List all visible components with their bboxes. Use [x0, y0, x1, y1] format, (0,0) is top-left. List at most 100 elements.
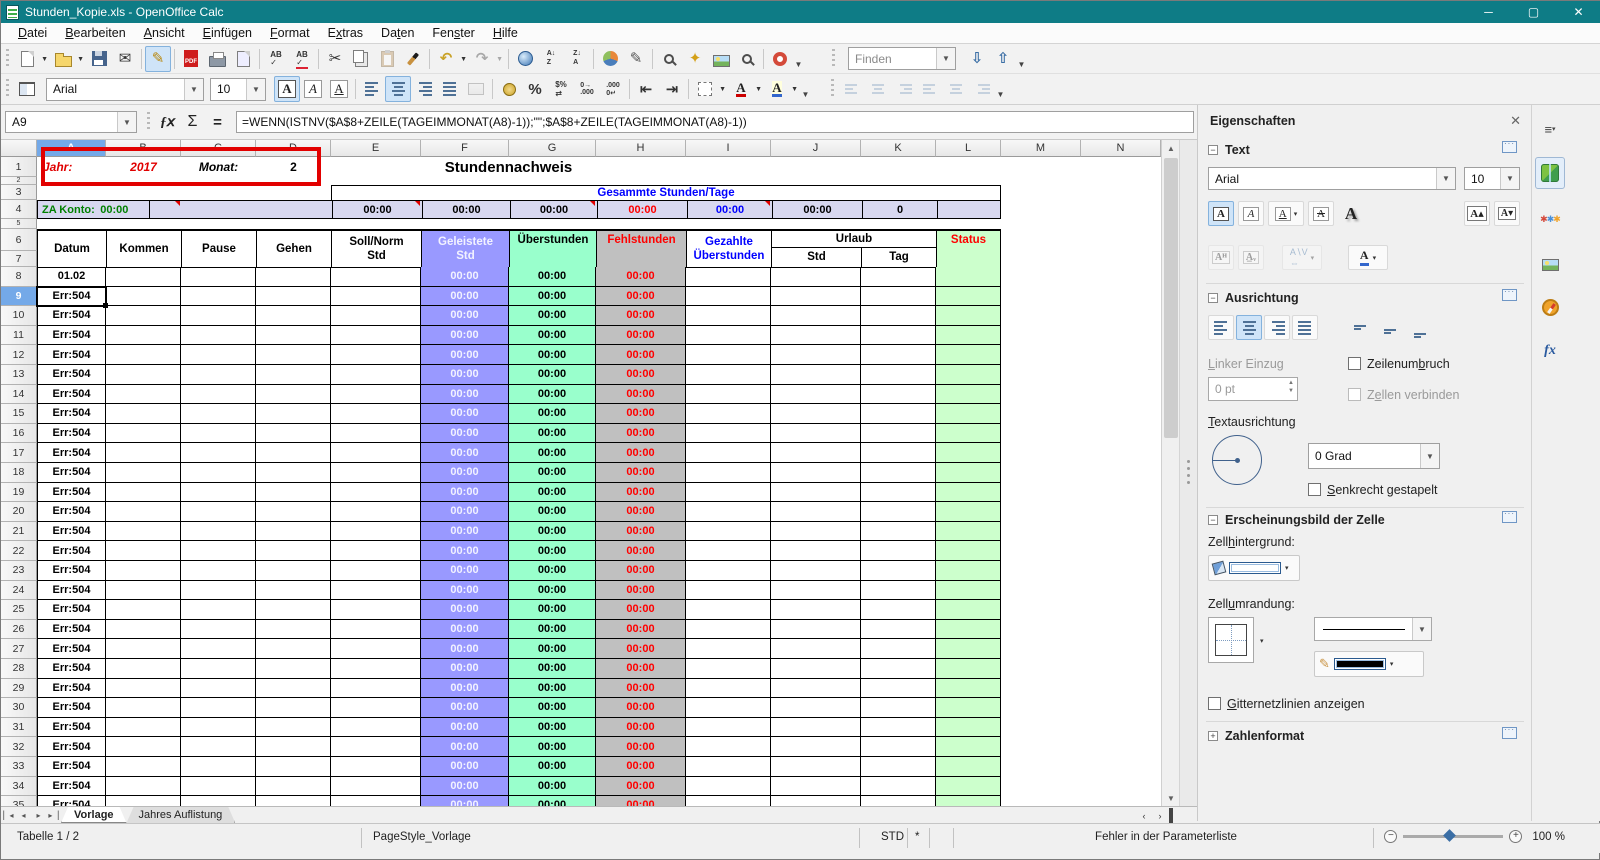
increase-indent-button[interactable]: ⇥: [659, 76, 685, 102]
cell[interactable]: [771, 796, 861, 806]
cell[interactable]: [106, 463, 181, 483]
row-header-4[interactable]: 4: [1, 200, 37, 219]
cell[interactable]: [771, 639, 861, 659]
delete-decimal-button[interactable]: .000 0↵: [600, 76, 626, 102]
font-color-button[interactable]: A ▼: [728, 76, 762, 102]
column-header-K[interactable]: K: [861, 140, 936, 157]
cell[interactable]: 00:00: [596, 345, 686, 365]
formula-button[interactable]: =: [205, 111, 230, 133]
zoom-out-icon[interactable]: −: [1384, 830, 1398, 843]
cell[interactable]: Err:504: [37, 443, 106, 463]
border-color-button[interactable]: ✎ ▾: [1314, 651, 1424, 677]
sheet-content[interactable]: Jahr: 2017 Monat: 2 Stundennachweis Gesammte …: [37, 157, 1161, 806]
cell[interactable]: [181, 737, 256, 757]
row-header-6[interactable]: 6: [1, 229, 37, 251]
cell[interactable]: [256, 443, 331, 463]
sidebar-align-middle-button[interactable]: [1378, 319, 1404, 344]
spelling-button[interactable]: AB ✓: [263, 46, 289, 72]
hscroll-right-icon[interactable]: ›: [1153, 809, 1167, 822]
cell[interactable]: [106, 502, 181, 522]
cell[interactable]: 00:00: [596, 502, 686, 522]
row-header-5[interactable]: 5: [1, 219, 37, 229]
sidebar-increase-font-button[interactable]: A▴: [1464, 201, 1490, 226]
cell[interactable]: 00:00: [421, 619, 509, 640]
copy-button[interactable]: [348, 46, 374, 72]
cell[interactable]: [181, 365, 256, 385]
cell[interactable]: [256, 698, 331, 718]
total-soll[interactable]: 00:00: [332, 201, 422, 218]
cell[interactable]: [771, 600, 861, 620]
cell[interactable]: 00:00: [421, 796, 509, 806]
total-ueberstunden[interactable]: 00:00: [510, 201, 597, 218]
cell-background-button[interactable]: ▾: [1208, 555, 1300, 581]
cell[interactable]: [771, 580, 861, 601]
cell[interactable]: [106, 639, 181, 659]
cell[interactable]: [181, 717, 256, 738]
cell[interactable]: [331, 443, 421, 463]
zoom-slider[interactable]: [1403, 829, 1504, 842]
cell[interactable]: 00:00: [509, 404, 596, 424]
decrease-indent-button[interactable]: ⇤: [633, 76, 659, 102]
alignment-dialog-launcher-icon[interactable]: [1502, 287, 1517, 301]
object-align-top-button[interactable]: [917, 76, 943, 102]
cell[interactable]: 00:00: [421, 443, 509, 463]
sidebar-subscript-button[interactable]: A̲ᵥ: [1238, 245, 1264, 270]
cell[interactable]: [936, 286, 1001, 307]
sidebar-navigator-icon[interactable]: [1535, 291, 1565, 323]
cell[interactable]: 00:00: [509, 521, 596, 542]
cell[interactable]: [686, 600, 771, 620]
cell[interactable]: [181, 384, 256, 405]
cell[interactable]: [331, 521, 421, 542]
cell[interactable]: 00:00: [596, 580, 686, 601]
sidebar-shadow-button[interactable]: A: [1338, 201, 1364, 226]
sidebar-align-left-button[interactable]: [1208, 315, 1234, 340]
cell[interactable]: 00:00: [421, 423, 509, 444]
cell[interactable]: [936, 659, 1001, 679]
cell[interactable]: 00:00: [421, 639, 509, 659]
cell[interactable]: [331, 796, 421, 806]
cell[interactable]: 00:00: [596, 384, 686, 405]
cell[interactable]: [861, 463, 936, 483]
row-header-15[interactable]: 15: [1, 404, 37, 424]
font-size-combo[interactable]: 10 ▼: [210, 77, 266, 101]
cell[interactable]: [106, 737, 181, 757]
cell[interactable]: 00:00: [509, 423, 596, 444]
cell[interactable]: [331, 757, 421, 777]
draw-functions-button[interactable]: ✎: [623, 46, 649, 72]
cell[interactable]: [686, 561, 771, 581]
cell[interactable]: [181, 423, 256, 444]
sidebar-bold-button[interactable]: A: [1208, 201, 1234, 226]
cell[interactable]: 00:00: [596, 286, 686, 307]
underline-button[interactable]: A: [326, 76, 352, 102]
show-gridlines-checkbox[interactable]: Gitternetzlinien anzeigen: [1208, 697, 1365, 711]
cell[interactable]: [106, 286, 181, 307]
row-header-22[interactable]: 22: [1, 541, 37, 561]
cell[interactable]: 00:00: [421, 600, 509, 620]
sidebar-font-name-combo[interactable]: Arial ▼: [1208, 167, 1456, 190]
cell[interactable]: [771, 286, 861, 307]
cell[interactable]: [331, 463, 421, 483]
cell[interactable]: 00:00: [596, 796, 686, 806]
cell[interactable]: [331, 659, 421, 679]
cell[interactable]: [181, 796, 256, 806]
cell[interactable]: [331, 325, 421, 346]
row-header-28[interactable]: 28: [1, 659, 37, 679]
row-header-7[interactable]: 7: [1, 251, 37, 267]
cell[interactable]: [861, 306, 936, 326]
zoom-slider-thumb[interactable]: [1443, 829, 1457, 842]
cell[interactable]: [936, 698, 1001, 718]
cell[interactable]: [771, 737, 861, 757]
row-header-1[interactable]: 1: [1, 157, 37, 177]
cell[interactable]: 00:00: [421, 365, 509, 385]
cell[interactable]: 00:00: [509, 482, 596, 503]
cell[interactable]: 00:00: [509, 384, 596, 405]
cell[interactable]: [256, 463, 331, 483]
background-color-button[interactable]: A ▼: [764, 76, 798, 102]
cell[interactable]: [861, 541, 936, 561]
font-name-dropdown-icon[interactable]: ▼: [184, 78, 203, 100]
cell[interactable]: [861, 561, 936, 581]
cell[interactable]: [771, 521, 861, 542]
sidebar-properties-icon[interactable]: [1535, 157, 1565, 189]
cell[interactable]: [181, 639, 256, 659]
cell[interactable]: [936, 580, 1001, 601]
